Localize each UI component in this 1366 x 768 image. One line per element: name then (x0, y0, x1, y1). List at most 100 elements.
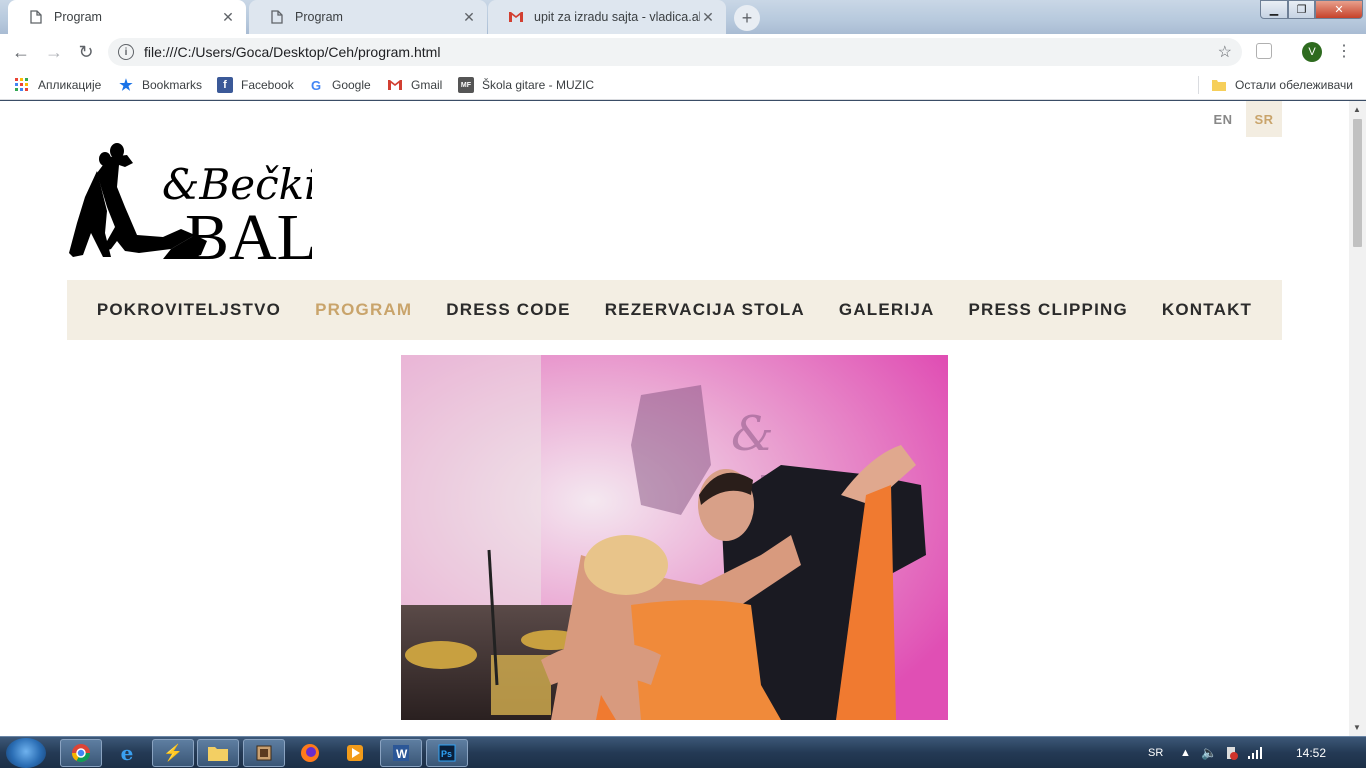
extension-icon[interactable] (1256, 43, 1272, 59)
firefox-icon (301, 744, 319, 762)
main-navigation: POKROVITELJSTVO PROGRAM DRESS CODE REZER… (67, 280, 1282, 340)
bookmark-label: Google (332, 78, 371, 92)
lang-en-link[interactable]: EN (1205, 101, 1241, 137)
taskbar-chrome[interactable] (60, 739, 102, 767)
start-button[interactable] (6, 738, 46, 768)
taskbar-media-player[interactable] (334, 739, 376, 767)
tab-title: Program (295, 10, 343, 24)
close-tab-icon[interactable]: ✕ (220, 9, 236, 25)
apps-grid-icon (14, 77, 30, 93)
chrome-icon (72, 744, 90, 763)
bookmark-facebook[interactable]: f Facebook (217, 70, 294, 100)
network-signal-icon[interactable] (1248, 737, 1262, 768)
mf-icon: MF (458, 77, 474, 93)
word-icon: W (393, 745, 409, 761)
explorer-icon (208, 747, 228, 761)
tab-gmail[interactable]: upit za izradu sajta - vladica.aleks ✕ (488, 0, 726, 34)
bookmark-label: Škola gitare - MUZIC (481, 78, 594, 92)
photoshop-icon: Ps (438, 744, 456, 762)
page-icon (269, 9, 285, 25)
dancers-photo: & (401, 355, 948, 720)
nav-pokroviteljstvo[interactable]: POKROVITELJSTVO (97, 300, 281, 320)
taskbar-language[interactable]: SR (1148, 737, 1163, 768)
bookmark-star-icon[interactable]: ☆ (1218, 42, 1232, 62)
bookmark-label: Апликације (38, 78, 102, 92)
nav-dress-code[interactable]: DRESS CODE (446, 300, 570, 320)
minimize-button[interactable]: ▁ (1260, 0, 1288, 19)
taskbar-photoshop[interactable]: Ps (426, 739, 468, 767)
maximize-button[interactable]: ❐ (1288, 0, 1315, 19)
gmail-icon (387, 77, 403, 93)
bookmarks-divider (1198, 76, 1199, 94)
clock-time[interactable]: 14:52 (1296, 737, 1326, 768)
bookmark-google[interactable]: G Google (308, 70, 371, 100)
nav-kontakt[interactable]: KONTAKT (1162, 300, 1252, 320)
scrollbar-thumb[interactable] (1353, 119, 1362, 247)
page-icon (28, 9, 44, 25)
page-scrollbar[interactable]: ▲ ▼ (1349, 101, 1366, 736)
tab-program[interactable]: Program ✕ (249, 0, 487, 34)
tab-strip: Program ✕ Program ✕ upit za izradu sajta… (0, 0, 1366, 34)
gmail-icon (508, 9, 524, 25)
bookmark-gmail[interactable]: Gmail (387, 70, 442, 100)
bookmark-label: Gmail (411, 78, 443, 92)
back-arrow-icon[interactable]: ← (9, 40, 33, 64)
taskbar-winamp[interactable]: ⚡ (152, 739, 194, 767)
taskbar-notepad[interactable] (243, 739, 285, 767)
ie-icon: e (120, 741, 134, 765)
notepad-icon (256, 745, 272, 761)
taskbar-explorer[interactable] (197, 739, 239, 767)
bookmarks-bar: Апликације ★ Bookmarks f Facebook G Goog… (0, 70, 1366, 100)
tab-program-active[interactable]: Program ✕ (8, 0, 246, 34)
folder-icon (1211, 77, 1227, 93)
profile-avatar[interactable]: V (1302, 42, 1322, 62)
scroll-down-icon[interactable]: ▼ (1353, 723, 1361, 732)
reload-icon[interactable]: ↻ (74, 40, 98, 64)
media-player-icon (347, 745, 363, 761)
taskbar-firefox[interactable] (289, 739, 331, 767)
hero-photo: & (401, 355, 948, 720)
nav-press-clipping[interactable]: PRESS CLIPPING (968, 300, 1127, 320)
speaker-icon[interactable]: 🔈 (1201, 737, 1217, 768)
close-tab-icon[interactable]: ✕ (461, 9, 477, 25)
scroll-up-icon[interactable]: ▲ (1353, 105, 1361, 114)
becki-bal-logo: &Bečki BAL (69, 143, 318, 274)
screen: Program ✕ Program ✕ upit za izradu sajta… (0, 0, 1366, 768)
tab-title: upit za izradu sajta - vladica.aleks (534, 10, 700, 24)
browser-toolbar: ← → ↻ i file:///C:/Users/Goca/Desktop/Ce… (0, 34, 1366, 70)
bookmark-apps[interactable]: Апликације (14, 70, 101, 100)
forward-arrow-icon[interactable]: → (42, 40, 66, 64)
lang-sr-link[interactable]: SR (1246, 101, 1282, 137)
info-icon[interactable]: i (118, 44, 134, 60)
address-bar[interactable]: i file:///C:/Users/Goca/Desktop/Ceh/prog… (108, 38, 1242, 66)
logo-text-bal: BAL (185, 201, 312, 262)
bookmark-label: Остали обележивачи (1235, 78, 1353, 92)
svg-text:W: W (396, 747, 408, 761)
taskbar-word[interactable]: W (380, 739, 422, 767)
tab-title: Program (54, 10, 102, 24)
nav-program[interactable]: PROGRAM (315, 300, 412, 320)
tray-expand-icon[interactable]: ▲ (1180, 737, 1191, 768)
svg-text:Ps: Ps (441, 749, 452, 759)
site-logo[interactable]: &Bečki BAL (67, 137, 318, 274)
close-tab-icon[interactable]: ✕ (700, 9, 716, 25)
svg-text:&: & (731, 406, 774, 462)
close-window-button[interactable]: ✕ (1315, 0, 1363, 19)
bookmark-bookmarks[interactable]: ★ Bookmarks (118, 70, 202, 100)
address-text: file:///C:/Users/Goca/Desktop/Ceh/progra… (144, 44, 441, 60)
bookmark-label: Bookmarks (142, 78, 203, 92)
facebook-icon: f (217, 77, 233, 93)
winamp-icon: ⚡ (163, 745, 183, 762)
google-icon: G (310, 77, 322, 93)
new-tab-button[interactable]: + (734, 5, 760, 31)
action-center-icon[interactable] (1224, 737, 1238, 768)
bookmark-skola-gitare[interactable]: MF Škola gitare - MUZIC (458, 70, 594, 100)
page-viewport: EN SR &Bečki BAL POKROVITELJSTVO PROGRAM… (0, 101, 1349, 736)
windows-taskbar: e ⚡ W Ps SR ▲ 🔈 14:52 (0, 736, 1366, 768)
bookmark-label: Facebook (241, 78, 294, 92)
nav-rezervacija-stola[interactable]: REZERVACIJA STOLA (605, 300, 805, 320)
nav-galerija[interactable]: GALERIJA (839, 300, 935, 320)
taskbar-ie[interactable]: e (106, 739, 148, 767)
bookmark-other[interactable]: Остали обележивачи (1211, 70, 1353, 100)
menu-kebab-icon[interactable]: ⋮ (1336, 41, 1352, 61)
